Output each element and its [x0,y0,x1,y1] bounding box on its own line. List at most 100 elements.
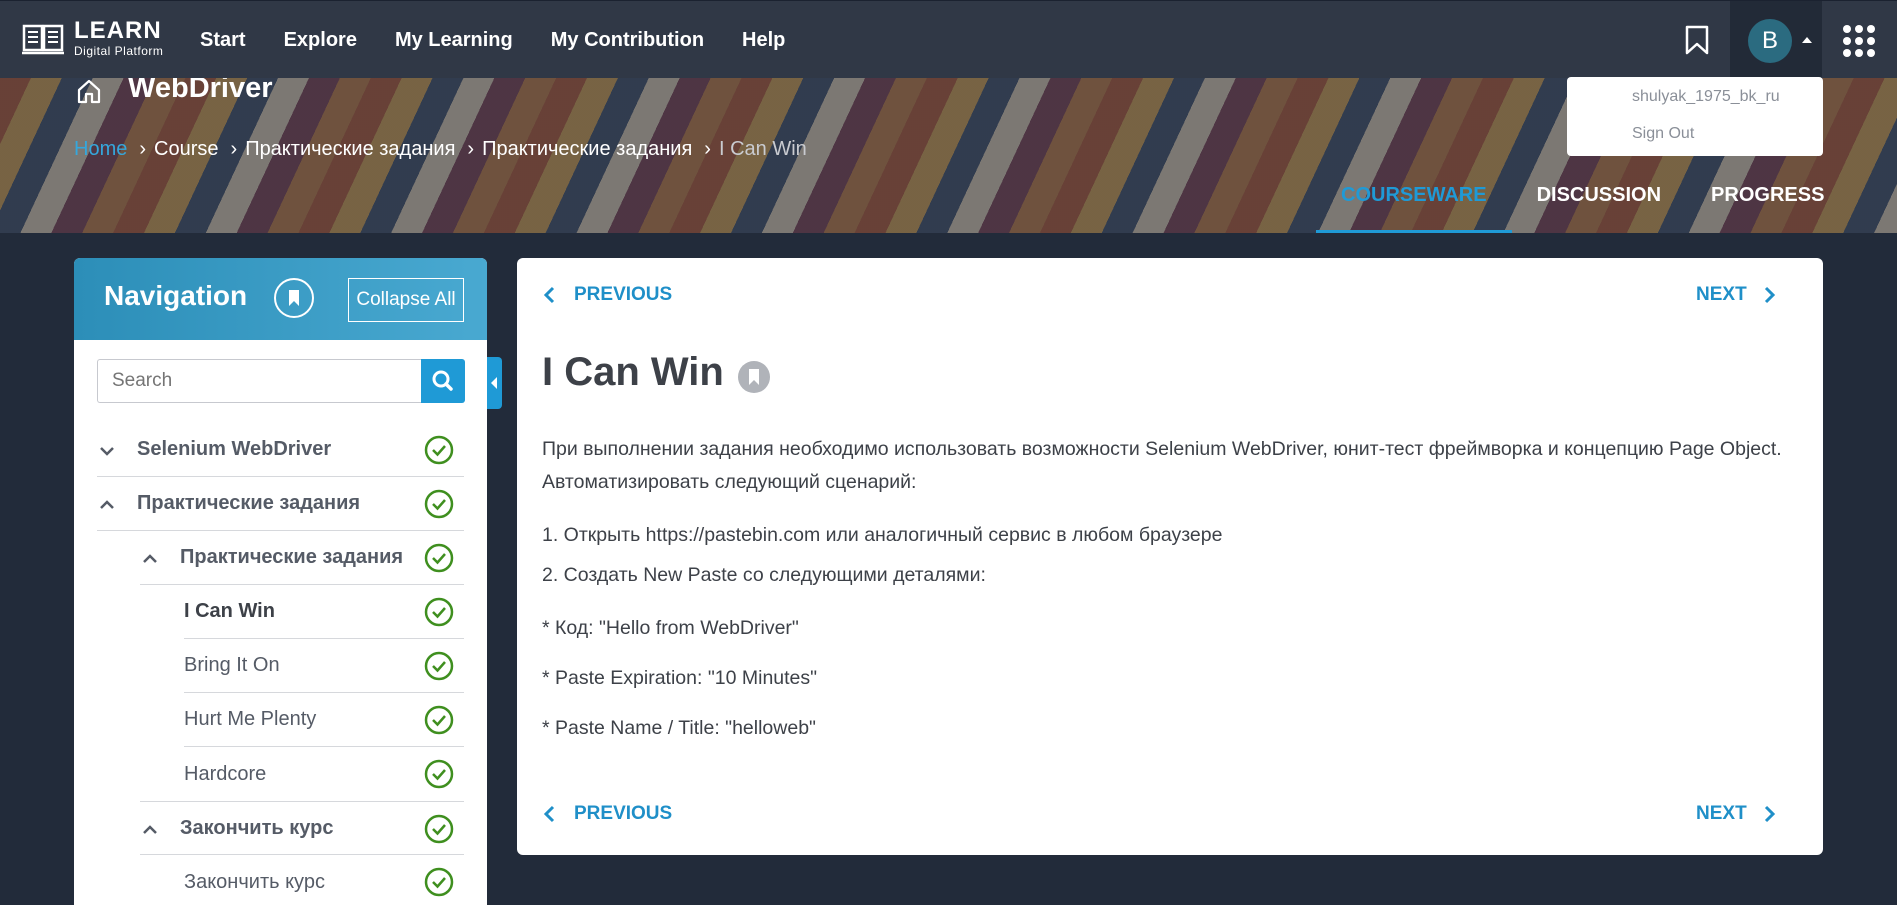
nav-unit-bring-it-on[interactable]: Bring It On [184,639,464,693]
navigation-title: Navigation [104,280,248,311]
chevron-right-icon: › [467,138,475,160]
navigation-search [97,359,465,403]
previous-label: PREVIOUS [574,803,673,824]
sign-out-link[interactable]: Sign Out [1632,125,1694,143]
unit-content: PREVIOUS NEXT I Can Win При выполнении з… [517,258,1823,855]
chevron-up-icon [143,825,157,834]
chevron-down-icon [100,447,114,456]
nav-section-label: Практические задания [137,492,361,514]
collapse-all-button[interactable]: Collapse All [348,278,464,322]
search-icon [432,370,453,391]
detail-item: * Paste Expiration: "10 Minutes" [542,667,818,689]
check-circle-icon [424,814,454,844]
search-button[interactable] [421,359,465,403]
menu-my-learning[interactable]: My Learning [395,29,513,52]
breadcrumb-subsection[interactable]: Практические задания [482,138,692,161]
chevron-right-icon: › [704,138,711,160]
nav-unit-i-can-win[interactable]: I Can Win [184,585,464,639]
caret-up-icon [1802,37,1812,43]
navigation-bookmarks-button[interactable] [274,278,314,318]
apps-grid-icon[interactable] [1843,25,1875,57]
menu-help[interactable]: Help [742,29,785,52]
check-circle-icon [424,489,454,519]
unit-body: При выполнении задания необходимо исполь… [542,433,1792,745]
course-title: WebDriver [128,78,273,104]
nav-unit-label: Bring It On [184,654,280,676]
step-item: 1. Открыть https://pastebin.com или анал… [542,524,1223,546]
unit-title: I Can Win [542,350,724,394]
next-button-bottom[interactable]: NEXT [1696,803,1777,825]
breadcrumb-section[interactable]: Практические задания [245,138,455,161]
nav-unit-label: Hardcore [184,762,267,785]
check-circle-icon [424,651,454,681]
nav-subsection-label: Практические задания [180,546,404,568]
main-menu: Start Explore My Learning My Contributio… [200,1,823,79]
detail-item: * Код: "Hello from WebDriver" [542,617,799,639]
avatar: B [1748,19,1792,63]
logo-title: LEARN [74,17,162,44]
caret-left-icon [491,377,497,389]
tab-progress[interactable]: PROGRESS [1686,180,1849,233]
nav-unit-finish-course[interactable]: Закончить курс [184,855,464,905]
previous-button-bottom[interactable]: PREVIOUS [542,803,672,825]
user-dropdown: shulyak_1975_bk_ru Sign Out [1567,77,1823,156]
check-circle-icon [424,759,454,789]
logo[interactable]: LEARN Digital Platform [22,19,163,59]
detail-item: * Paste Name / Title: "helloweb" [542,717,816,739]
top-navbar: LEARN Digital Platform Start Explore My … [0,0,1897,79]
breadcrumb-home[interactable]: Home [74,138,127,161]
dropdown-username[interactable]: shulyak_1975_bk_ru [1632,88,1780,106]
course-tabs: COURSEWARE DISCUSSION PROGRESS [1316,180,1849,233]
logo-subtitle: Digital Platform [74,44,164,58]
breadcrumb-course[interactable]: Course [154,138,218,161]
home-icon[interactable] [76,78,102,104]
user-menu-toggle[interactable]: B [1730,1,1822,79]
sidebar-collapse-toggle[interactable] [487,357,502,409]
menu-explore[interactable]: Explore [284,29,357,52]
nav-unit-label: Закончить курс [184,870,325,893]
bookmark-icon [749,369,759,385]
nav-section-label: Selenium WebDriver [137,438,332,460]
check-circle-icon [424,543,454,573]
book-logo-icon [22,24,64,55]
nav-unit-label: I Can Win [184,600,275,622]
next-label: NEXT [1696,803,1747,824]
tab-courseware[interactable]: COURSEWARE [1316,180,1512,233]
navigation-header: Navigation Collapse All [74,258,487,340]
previous-label: PREVIOUS [574,284,673,305]
nav-subsection-finish-course[interactable]: Закончить курс [140,801,464,855]
chevron-right-icon [1764,286,1775,304]
search-input[interactable] [97,359,422,403]
menu-my-contribution[interactable]: My Contribution [551,29,704,52]
chevron-up-icon [143,554,157,563]
check-circle-icon [424,435,454,465]
nav-unit-hardcore[interactable]: Hardcore [184,747,464,801]
unit-bookmark-button[interactable] [738,361,770,393]
nav-unit-label: Hurt Me Plenty [184,708,317,730]
breadcrumb: Home › Course › Практические задания › П… [74,138,807,161]
bookmark-icon [289,290,299,306]
chevron-left-icon [543,805,555,823]
check-circle-icon [424,597,454,627]
previous-button-top[interactable]: PREVIOUS [542,284,672,306]
nav-subsection-label: Закончить курс [180,816,334,839]
chevron-right-icon: › [230,138,238,160]
course-navigation: Navigation Collapse All Selenium WebDriv… [74,258,487,905]
check-circle-icon [424,867,454,897]
nav-unit-hurt-me-plenty[interactable]: Hurt Me Plenty [184,693,464,747]
chevron-right-icon: › [139,138,147,160]
chevron-left-icon [543,286,555,304]
tab-discussion[interactable]: DISCUSSION [1512,180,1686,233]
navigation-tree: Selenium WebDriver Практические задания … [97,423,464,905]
nav-section-practical-tasks[interactable]: Практические задания [97,477,464,531]
nav-subsection-practical-tasks[interactable]: Практические задания [140,531,464,585]
nav-section-selenium-webdriver[interactable]: Selenium WebDriver [97,423,464,477]
breadcrumb-current: I Can Win [718,138,807,160]
menu-start[interactable]: Start [200,29,246,52]
step-item: 2. Создать New Paste со следующими детал… [542,564,986,586]
next-label: NEXT [1696,284,1747,305]
next-button-top[interactable]: NEXT [1696,284,1777,306]
task-description: При выполнении задания необходимо исполь… [542,438,1782,493]
bookmarks-icon[interactable] [1684,25,1710,55]
chevron-right-icon [1764,805,1775,823]
